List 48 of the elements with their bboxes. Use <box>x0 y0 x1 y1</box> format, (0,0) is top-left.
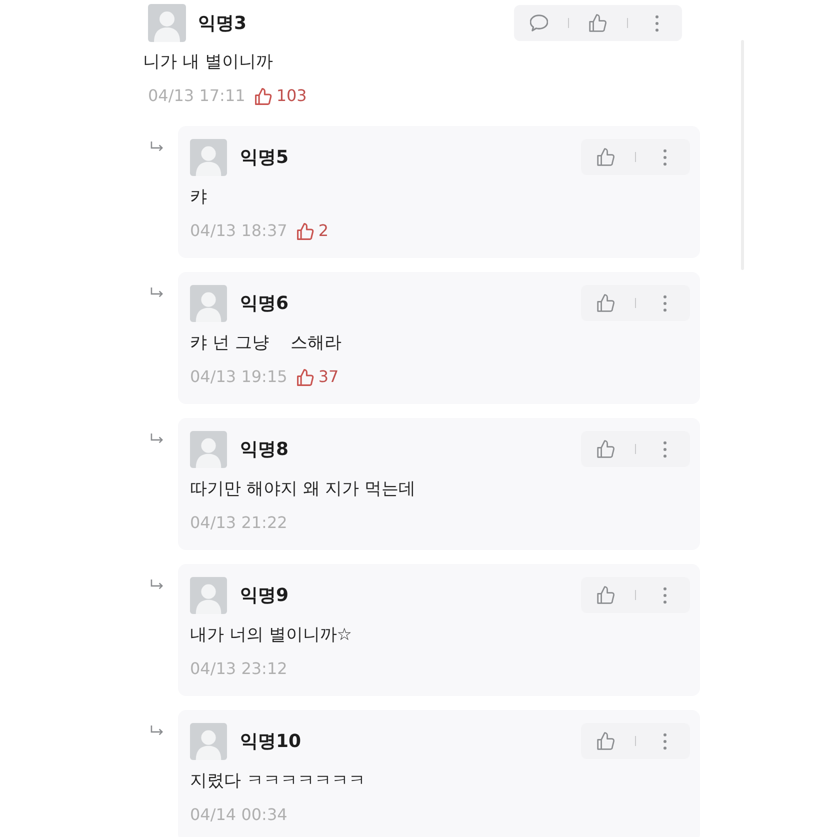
like-count: 37 <box>318 367 339 387</box>
avatar-icon <box>190 430 227 468</box>
more-icon <box>663 148 667 166</box>
comment-time: 04/13 21:22 <box>190 513 288 533</box>
thumbs-up-icon <box>597 294 615 312</box>
thumbs-up-icon <box>597 440 615 458</box>
author-name: 익명10 <box>240 730 302 753</box>
reply-arrow-icon <box>150 579 164 591</box>
more-icon <box>663 294 667 312</box>
more-icon <box>655 14 659 32</box>
reply-arrow-icon <box>150 433 164 445</box>
author-name: 익명8 <box>240 438 289 461</box>
comment-text: 캬 넌 그냥 스해라 <box>190 332 342 355</box>
comment-time: 04/13 19:15 <box>190 367 288 387</box>
avatar-icon <box>190 138 227 176</box>
comment-text: 니가 내 별이니까 <box>143 51 274 74</box>
comment-time: 04/13 17:11 <box>148 86 246 106</box>
reply-arrow-icon <box>150 141 164 153</box>
more-icon <box>663 440 667 458</box>
comment-text: 지렸다 ㅋㅋㅋㅋㅋㅋㅋ <box>190 770 366 793</box>
reply-arrow-icon <box>150 725 164 737</box>
comment-time: 04/14 00:34 <box>190 805 288 825</box>
like-count: 2 <box>318 221 328 241</box>
thumbs-up-icon <box>255 88 272 104</box>
speech-bubble-icon <box>530 14 548 32</box>
comment-time: 04/13 18:37 <box>190 221 288 241</box>
thumbs-up-icon <box>597 732 615 750</box>
thumbs-up-icon <box>589 14 607 32</box>
avatar-icon <box>190 576 227 614</box>
reply-arrow-icon <box>150 287 164 299</box>
comment-text: 내가 너의 별이니까☆ <box>190 624 354 647</box>
comment-text: 따기만 해야지 왜 지가 먹는데 <box>190 478 417 501</box>
comment-time: 04/13 23:12 <box>190 659 288 679</box>
thumbs-up-icon <box>297 222 314 240</box>
more-icon <box>663 586 667 604</box>
author-name: 익명3 <box>198 12 247 35</box>
author-name: 익명5 <box>240 146 289 169</box>
thumbs-up-icon <box>297 368 314 386</box>
author-name: 익명9 <box>240 584 289 607</box>
comment-text: 캬 <box>190 186 208 209</box>
thumbs-up-icon <box>597 586 615 604</box>
thumbs-up-icon <box>597 148 615 166</box>
avatar-icon <box>148 4 186 42</box>
more-icon <box>663 732 667 750</box>
like-count: 103 <box>276 86 307 106</box>
avatar-icon <box>190 284 227 322</box>
author-name: 익명6 <box>240 292 289 315</box>
avatar-icon <box>190 722 227 760</box>
